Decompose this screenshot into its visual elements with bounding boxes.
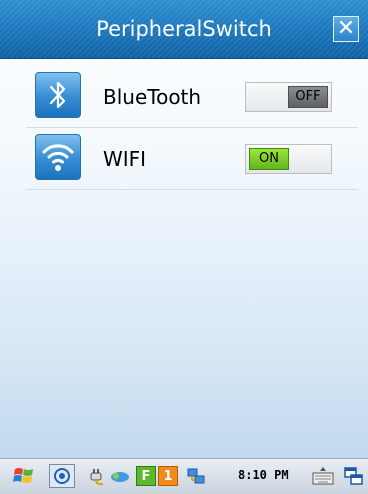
gps-icon[interactable] xyxy=(49,464,75,488)
f-icon[interactable]: F xyxy=(136,466,156,486)
title-bar: PeripheralSwitch ✕ xyxy=(0,0,368,59)
keyboard-icon[interactable] xyxy=(310,464,336,488)
clock[interactable]: 8:10 PM xyxy=(238,468,289,482)
peripheral-switch-app: PeripheralSwitch ✕ BlueTooth OFF WIFI ON… xyxy=(0,0,368,494)
one-icon-label: 1 xyxy=(163,468,173,484)
f-icon-label: F xyxy=(141,468,151,484)
wifi-row: WIFI ON xyxy=(26,128,358,190)
bluetooth-toggle[interactable]: OFF xyxy=(245,82,332,112)
close-icon: ✕ xyxy=(336,16,356,41)
bluetooth-label: BlueTooth xyxy=(103,85,202,109)
close-button[interactable]: ✕ xyxy=(333,16,359,42)
wifi-icon xyxy=(35,134,81,180)
one-icon[interactable]: 1 xyxy=(158,466,178,486)
wifi-toggle[interactable]: ON xyxy=(245,144,332,174)
bluetooth-icon xyxy=(35,72,81,118)
window-title: PeripheralSwitch xyxy=(96,17,272,41)
connectivity-icon[interactable] xyxy=(108,464,132,488)
bluetooth-toggle-state: OFF xyxy=(288,86,328,108)
power-plug-icon[interactable] xyxy=(85,464,109,488)
network-icon[interactable] xyxy=(183,464,209,488)
switch-window-icon[interactable] xyxy=(342,464,366,488)
wifi-label: WIFI xyxy=(103,147,147,171)
taskbar: F 1 8:10 PM xyxy=(0,458,368,494)
wifi-toggle-state: ON xyxy=(249,148,289,170)
bluetooth-row: BlueTooth OFF xyxy=(26,66,358,128)
windows-start-icon[interactable] xyxy=(10,464,38,488)
